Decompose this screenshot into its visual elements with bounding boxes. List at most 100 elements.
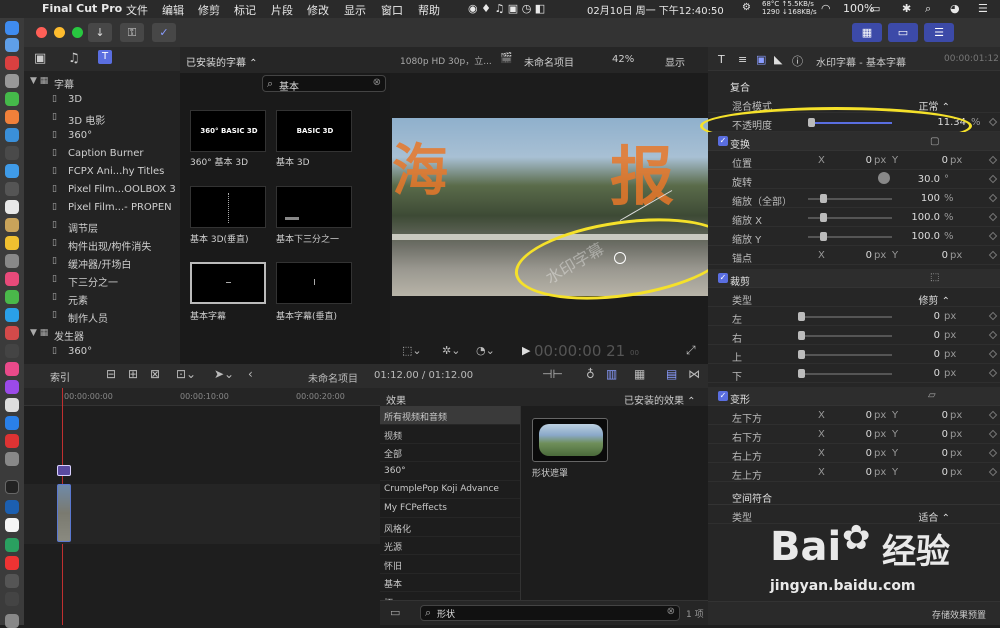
effects-category-item[interactable]: 所有视频和音频 [380, 406, 520, 425]
terminal-icon[interactable] [5, 480, 19, 494]
app-icon[interactable] [5, 434, 19, 448]
minimize-window-button[interactable] [54, 27, 65, 38]
video-inspector-icon[interactable]: ▣ [756, 53, 766, 66]
clock[interactable]: 02月10日 周一 下午12:40:50 [587, 2, 724, 17]
app-icon[interactable] [5, 398, 19, 412]
app-icon[interactable] [5, 128, 19, 142]
title-thumb-basic-title-vertical[interactable] [276, 262, 352, 304]
browser-toggle-icon[interactable]: ▦ [852, 23, 882, 42]
connect-clip-icon[interactable]: ⊟ [106, 367, 116, 381]
clear-search-icon[interactable]: ⊗ [667, 606, 675, 617]
title-thumb-lower-third[interactable] [276, 186, 352, 228]
scale-x-knob[interactable] [820, 213, 827, 222]
app-menu[interactable]: Final Cut Pro [42, 2, 122, 15]
inspector-toggle-icon[interactable]: ☰ [924, 23, 954, 42]
net-monitor[interactable]: 68°C ↑5.5KB/s 1290 ↓168KB/s [762, 0, 817, 16]
title-clip[interactable] [57, 465, 71, 476]
distort-overlay-icon[interactable]: ▱ [928, 390, 936, 401]
menu-clip[interactable]: 片段 [271, 2, 293, 18]
section-composite[interactable]: 复合 [708, 75, 1000, 94]
close-window-button[interactable] [36, 27, 47, 38]
effects-category-item[interactable]: 基本 [380, 573, 520, 593]
effects-category-item[interactable]: 视频 [380, 425, 520, 444]
title-thumb-basic-3d-vertical[interactable] [190, 186, 266, 228]
transform-overlay-icon[interactable]: ▢ [930, 136, 939, 147]
messages-icon[interactable] [5, 290, 19, 304]
keyframe-icon[interactable] [988, 467, 998, 477]
import-icon[interactable]: ↓ [88, 23, 112, 42]
section-transform[interactable]: ✓ 变换 ▢ [708, 132, 1000, 151]
menu-trim[interactable]: 修剪 [198, 2, 220, 18]
bluetooth-icon[interactable]: ✱ [902, 2, 911, 15]
podcasts-icon[interactable] [5, 380, 19, 394]
rotation-dial-icon[interactable] [878, 172, 890, 184]
user-icon[interactable]: ◕ [950, 2, 960, 15]
keyframe-icon[interactable] [988, 231, 998, 241]
keyframe-icon[interactable] [988, 155, 998, 165]
effects-category-item[interactable]: My FCPeffects [380, 499, 520, 518]
video-clip[interactable] [57, 484, 71, 542]
save-preset-button[interactable]: 存储效果预置 [932, 608, 986, 621]
crop-slider[interactable] [798, 373, 892, 375]
background-tasks-icon[interactable]: ✓ [152, 23, 176, 42]
control-center-icon[interactable]: ☰ [978, 2, 988, 15]
calendar-icon[interactable] [5, 200, 19, 214]
app-icon[interactable] [5, 538, 19, 552]
index-button[interactable]: 索引 [50, 369, 70, 384]
app-icon[interactable] [5, 146, 19, 160]
distort-checkbox[interactable]: ✓ [718, 391, 728, 401]
effects-category-item[interactable]: 光源 [380, 536, 520, 556]
transitions-browser-icon[interactable]: ⋈ [688, 367, 700, 381]
status-icons[interactable]: ◉ ♦ ♫ ▣ ◷ ◧ [468, 2, 545, 15]
insert-clip-icon[interactable]: ⊞ [128, 367, 138, 381]
crop-slider[interactable] [798, 335, 892, 337]
crop-overlay-icon[interactable]: ⬚ [930, 272, 939, 283]
select-tool-icon[interactable]: ➤⌄ [214, 367, 234, 381]
app-icon[interactable] [5, 254, 19, 268]
menu-view[interactable]: 显示 [344, 2, 366, 18]
menu-modify[interactable]: 修改 [307, 2, 329, 18]
timeline-ruler[interactable]: 00:00:00:00 00:00:10:00 00:00:20:00 [24, 388, 380, 406]
menu-file[interactable]: 文件 [126, 2, 148, 18]
enhance-icon[interactable]: ✲⌄ [442, 344, 460, 357]
snapping-icon[interactable]: ▥ [606, 367, 617, 381]
effects-source-select[interactable]: 已安装的效果 ⌃ [624, 392, 696, 407]
app-icon[interactable] [5, 164, 19, 178]
titles-search-input[interactable]: ⌕ 基本 ⊗ [262, 75, 386, 93]
titles-source-select[interactable]: 已安装的字幕 ⌃ [186, 54, 258, 69]
crop-knob[interactable] [798, 350, 805, 359]
app-icon[interactable] [5, 308, 19, 322]
app-icon[interactable] [5, 574, 19, 588]
app-icon[interactable] [5, 556, 19, 570]
keyframe-icon[interactable] [988, 250, 998, 260]
effect-thumb-shape-mask[interactable] [532, 418, 608, 462]
vpn-icon[interactable] [5, 500, 19, 514]
effects-category-item[interactable]: 全部 [380, 443, 520, 463]
app-icon[interactable] [5, 326, 19, 340]
photos-tab-icon[interactable]: ▣ [34, 51, 46, 66]
text-inspector-icon[interactable]: T [718, 53, 725, 66]
keyframe-icon[interactable] [988, 410, 998, 420]
sidebar-toggle-icon[interactable]: ▭ [390, 606, 400, 619]
menu-edit[interactable]: 编辑 [162, 2, 184, 18]
title-thumb-360-basic-3d[interactable]: 360° BASIC 3D [190, 110, 266, 152]
title-thumb-basic-title-selected[interactable] [190, 262, 266, 304]
paragraph-inspector-icon[interactable]: ≡ [738, 53, 747, 66]
app-icon[interactable] [5, 74, 19, 88]
crop-slider[interactable] [798, 354, 892, 356]
effects-category-item[interactable]: 360° [380, 462, 520, 481]
color-inspector-icon[interactable]: ◣ [774, 53, 782, 66]
effects-search-input[interactable]: ⌕ 形状 ⊗ [420, 605, 680, 621]
headphones-icon[interactable]: ♁ [586, 367, 595, 381]
settings-icon[interactable] [5, 452, 19, 466]
wifi-icon[interactable]: ◠ [821, 2, 831, 15]
keyframe-icon[interactable] [988, 330, 998, 340]
effects-category-item[interactable]: 拓... [380, 592, 520, 600]
audio-skimming-icon[interactable]: ⊣⊢ [542, 367, 563, 381]
app-icon[interactable] [5, 218, 19, 232]
keyframe-icon[interactable] [988, 311, 998, 321]
effects-browser-icon[interactable]: ▤ [666, 367, 677, 381]
display-select[interactable]: 显示 [665, 54, 685, 69]
crop-knob[interactable] [798, 369, 805, 378]
battery-icon[interactable]: ▭ [870, 2, 880, 15]
